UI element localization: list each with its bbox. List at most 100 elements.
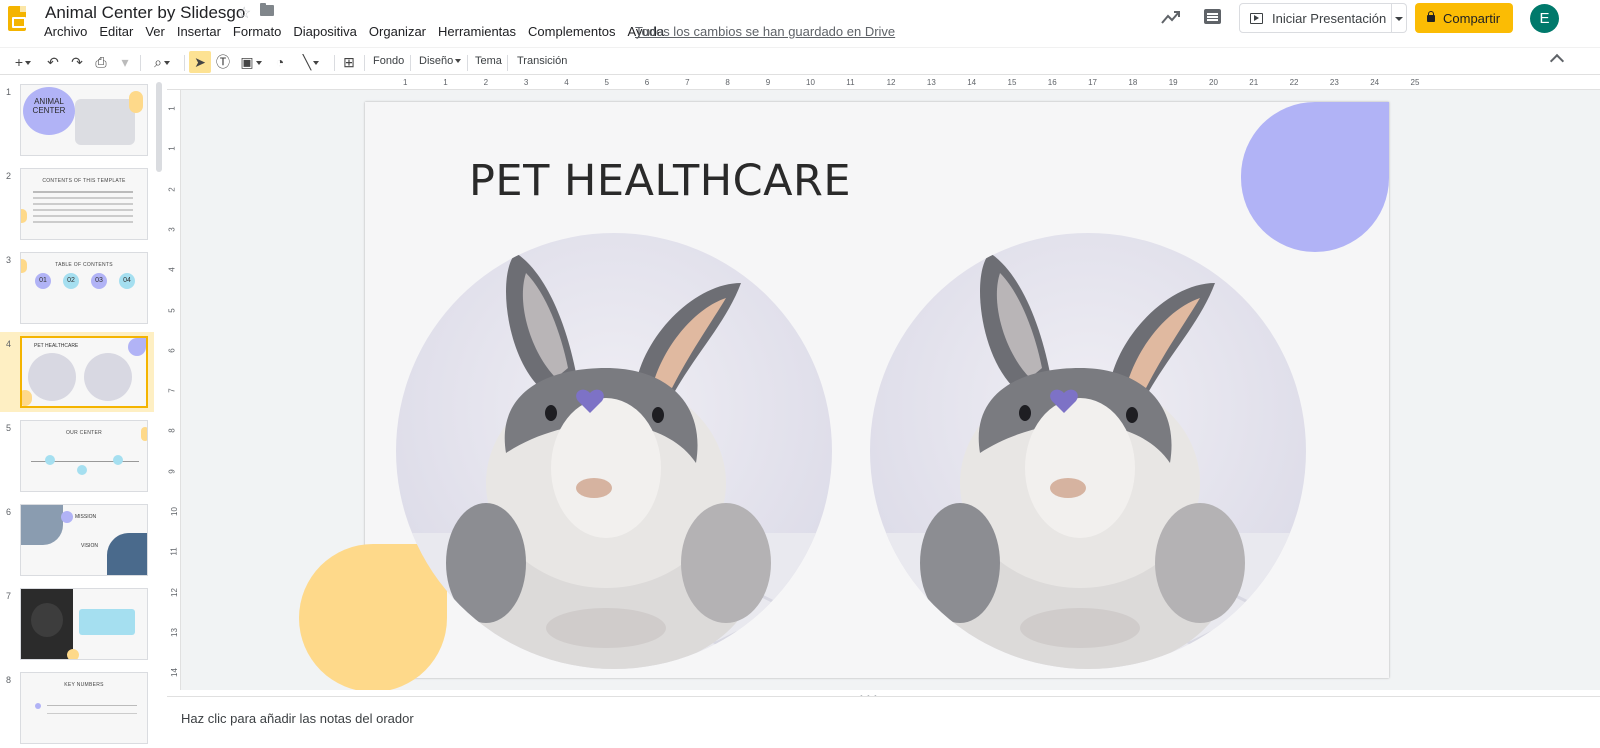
menu-insertar[interactable]: Insertar xyxy=(177,24,221,39)
present-dropdown-button[interactable] xyxy=(1391,3,1407,33)
ruler-tick-label: 5 xyxy=(604,78,609,87)
purple-decoration-shape[interactable] xyxy=(1241,102,1389,252)
thumbnail-title: ANIMAL CENTER xyxy=(32,97,66,115)
ruler-tick-label: 15 xyxy=(1007,78,1017,87)
thumbnail-subtitle: VISION xyxy=(81,543,98,549)
slide-title[interactable]: PET HEALTHCARE xyxy=(469,156,851,206)
slide-thumbnail-8[interactable]: 8 KEY NUMBERS xyxy=(0,668,154,748)
ruler-tick-label: 2 xyxy=(483,78,489,87)
ruler-tick-label: 14 xyxy=(169,668,179,678)
zoom-icon[interactable]: ⌕ xyxy=(146,51,178,73)
thumbnail-number: 01 xyxy=(35,273,51,289)
print-icon[interactable]: ⎙ xyxy=(91,51,111,73)
slide-thumbnail-2[interactable]: 2 CONTENTS OF THIS TEMPLATE xyxy=(0,164,154,244)
thumbnail-number: 03 xyxy=(91,273,107,289)
thumbnail-preview: TABLE OF CONTENTS 01 02 03 04 xyxy=(20,252,148,324)
menu-complementos[interactable]: Complementos xyxy=(528,24,615,39)
rabbit-image xyxy=(870,233,1306,669)
speaker-notes[interactable]: Haz clic para añadir las notas del orado… xyxy=(167,696,1600,732)
speaker-notes-placeholder[interactable]: Haz clic para añadir las notas del orado… xyxy=(181,711,414,726)
ruler-tick-label: 4 xyxy=(167,267,177,272)
present-label: Iniciar Presentación xyxy=(1272,11,1387,26)
line-icon[interactable]: ╲ xyxy=(294,51,328,73)
ruler-tick-label: 19 xyxy=(1168,78,1178,87)
slide-thumbnail-7[interactable]: 7 xyxy=(0,584,154,664)
toolbar-divider xyxy=(467,55,468,71)
ruler-tick-label: 2 xyxy=(167,186,177,192)
layout-button[interactable]: Diseño xyxy=(419,55,462,67)
ruler-tick-label: 11 xyxy=(169,547,179,556)
vertical-ruler[interactable]: 1 1 2 3 4 5 6 7 8 9 10 11 12 13 14 xyxy=(167,90,181,690)
ruler-tick-label: 1 xyxy=(167,146,177,152)
activity-trend-icon[interactable] xyxy=(1161,8,1181,26)
text-box-icon[interactable]: Ⓣ xyxy=(214,51,232,73)
folder-icon[interactable] xyxy=(260,3,274,16)
ruler-tick-label: 18 xyxy=(1128,78,1138,87)
thumbnail-title: OUR CENTER xyxy=(65,430,103,436)
ruler-tick-label: 22 xyxy=(1289,78,1299,87)
shape-icon[interactable]: ◔ xyxy=(270,51,290,73)
menu-editar[interactable]: Editar xyxy=(99,24,133,39)
slide-thumbnail-3[interactable]: 3 TABLE OF CONTENTS 01 02 03 04 xyxy=(0,248,154,328)
menu-herramientas[interactable]: Herramientas xyxy=(438,24,516,39)
ruler-tick-label: 10 xyxy=(806,78,815,87)
ruler-tick-label: 17 xyxy=(1088,78,1097,87)
new-slide-button[interactable]: + xyxy=(8,51,38,73)
account-avatar[interactable]: E xyxy=(1530,4,1559,33)
image-icon[interactable]: ▣ xyxy=(236,51,266,73)
thumbnail-title: KEY NUMBERS xyxy=(64,682,104,688)
slide-filmstrip: 1 ANIMAL CENTER 2 CONTENTS OF THIS TEMPL… xyxy=(0,76,166,744)
menu-organizar[interactable]: Organizar xyxy=(369,24,426,39)
paint-format-icon[interactable]: ▾ xyxy=(116,51,134,73)
ruler-tick-label: 6 xyxy=(644,78,650,87)
collapse-menus-icon[interactable] xyxy=(1549,53,1565,69)
toolbar-divider xyxy=(140,55,141,71)
rabbit-photo[interactable] xyxy=(396,233,832,669)
rabbit-photo[interactable] xyxy=(870,233,1306,669)
ruler-tick-label: 7 xyxy=(685,78,690,87)
slide-number: 5 xyxy=(6,423,12,433)
menu-archivo[interactable]: Archivo xyxy=(44,24,87,39)
present-button[interactable]: Iniciar Presentación xyxy=(1239,3,1392,33)
thumbnail-title: CONTENTS OF THIS TEMPLATE xyxy=(42,178,126,184)
background-button[interactable]: Fondo xyxy=(373,55,404,67)
select-cursor-icon[interactable]: ➤ xyxy=(189,51,211,73)
horizontal-ruler[interactable]: 1 1 2 3 4 5 6 7 8 9 10 11 12 13 14 15 16 17 18 19 20 21 22 23 24… xyxy=(167,76,1600,90)
slide-thumbnail-1[interactable]: 1 ANIMAL CENTER xyxy=(0,80,154,160)
yellow-decoration-shape[interactable] xyxy=(299,544,447,690)
comments-icon[interactable] xyxy=(1204,9,1221,24)
theme-button[interactable]: Tema xyxy=(475,55,502,67)
current-slide[interactable]: PET HEALTHCARE xyxy=(299,102,1389,690)
share-label: Compartir xyxy=(1443,11,1501,26)
menu-formato[interactable]: Formato xyxy=(233,24,281,39)
undo-icon[interactable]: ↶ xyxy=(44,51,62,73)
save-status-link[interactable]: Todos los cambios se han guardado en Dri… xyxy=(635,24,895,39)
filmstrip-scrollbar[interactable] xyxy=(156,82,162,172)
ruler-tick-label: 7 xyxy=(167,388,177,393)
document-title[interactable]: Animal Center by Slidesgo xyxy=(45,3,245,23)
slide-thumbnail-4[interactable]: 4 PET HEALTHCARE xyxy=(0,332,154,412)
slide-canvas[interactable]: PET HEALTHCARE xyxy=(181,90,1600,690)
star-icon[interactable]: ☆ xyxy=(237,3,251,23)
ruler-tick-label: 9 xyxy=(765,78,771,87)
transition-button[interactable]: Transición xyxy=(517,55,567,67)
slide-number: 2 xyxy=(6,171,12,181)
ruler-tick-label: 1 xyxy=(403,78,408,87)
thumbnail-number: 02 xyxy=(63,273,79,289)
thumbnail-preview: KEY NUMBERS xyxy=(20,672,148,744)
redo-icon[interactable]: ↷ xyxy=(68,51,86,73)
thumbnail-title: MISSION xyxy=(75,514,97,520)
slide-thumbnail-5[interactable]: 5 OUR CENTER xyxy=(0,416,154,496)
slide-number: 4 xyxy=(6,339,12,349)
slide-number: 6 xyxy=(6,507,12,517)
menu-diapositiva[interactable]: Diapositiva xyxy=(293,24,357,39)
ruler-tick-label: 3 xyxy=(523,78,529,87)
thumbnail-number: 04 xyxy=(119,273,135,289)
slide-number: 1 xyxy=(6,87,12,97)
slide-thumbnail-6[interactable]: 6 MISSION VISION xyxy=(0,500,154,580)
menu-ver[interactable]: Ver xyxy=(145,24,165,39)
add-comment-icon[interactable]: ⊞ xyxy=(340,51,358,73)
ruler-tick-label: 9 xyxy=(167,468,177,474)
share-button[interactable]: Compartir xyxy=(1415,3,1513,33)
slides-logo-icon[interactable] xyxy=(8,6,26,31)
